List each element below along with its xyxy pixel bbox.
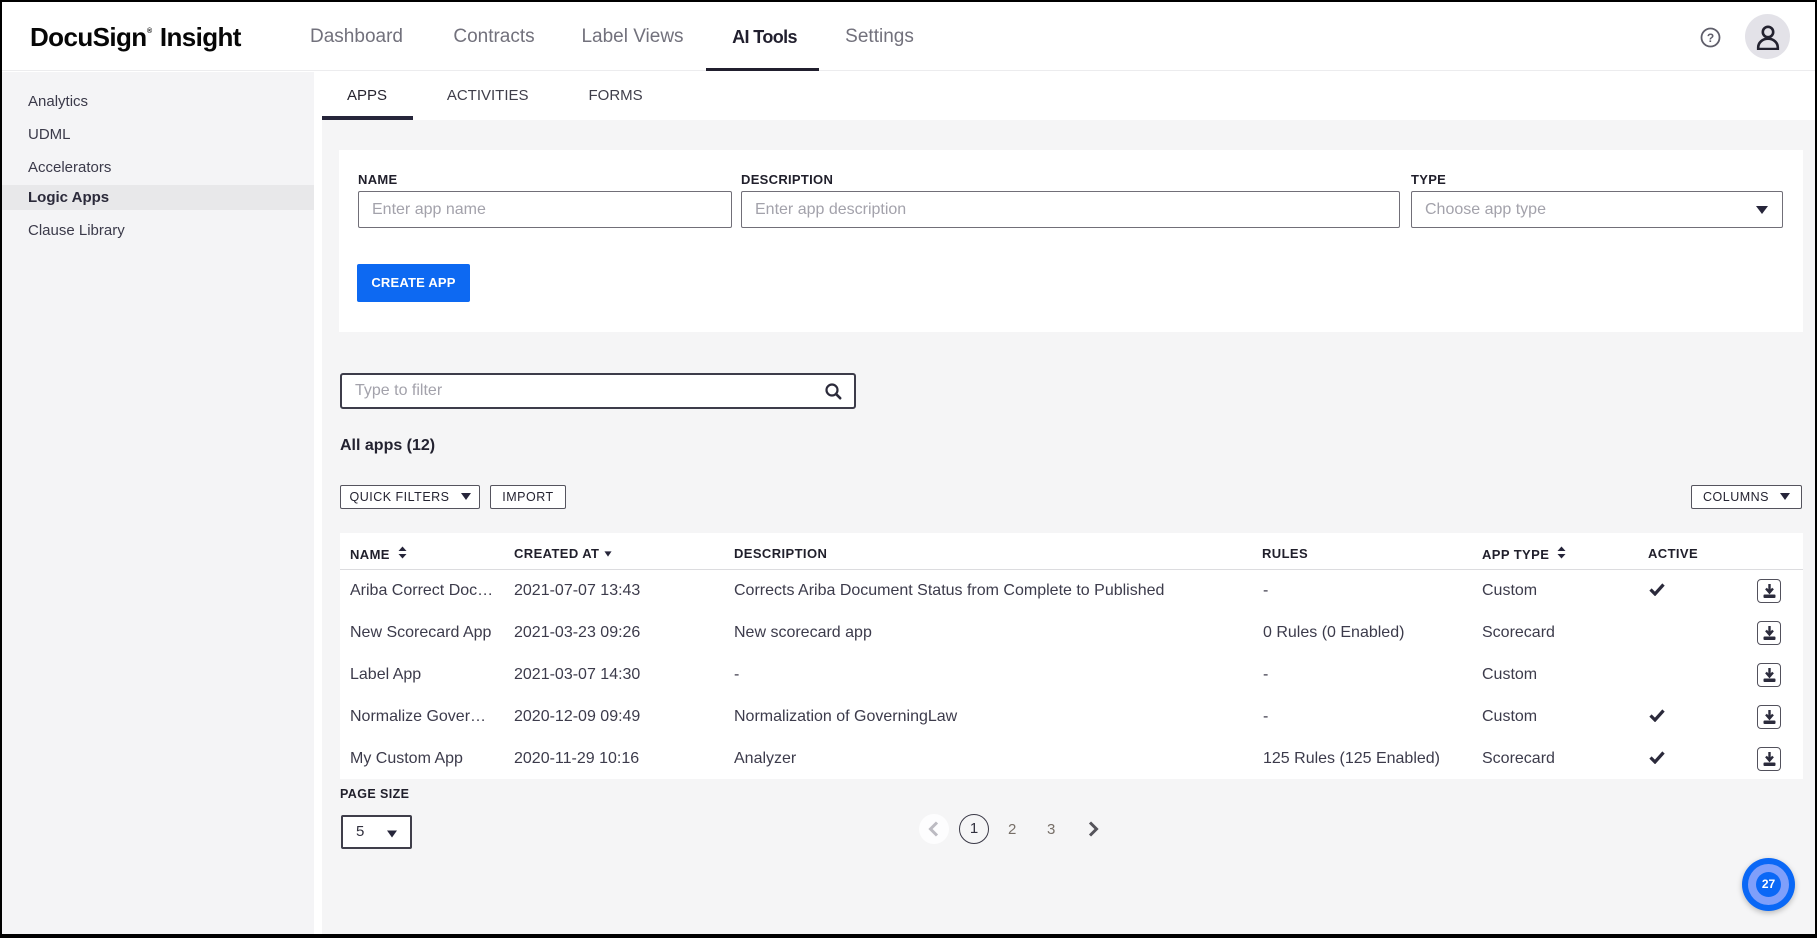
svg-text:?: ? — [1707, 31, 1714, 45]
